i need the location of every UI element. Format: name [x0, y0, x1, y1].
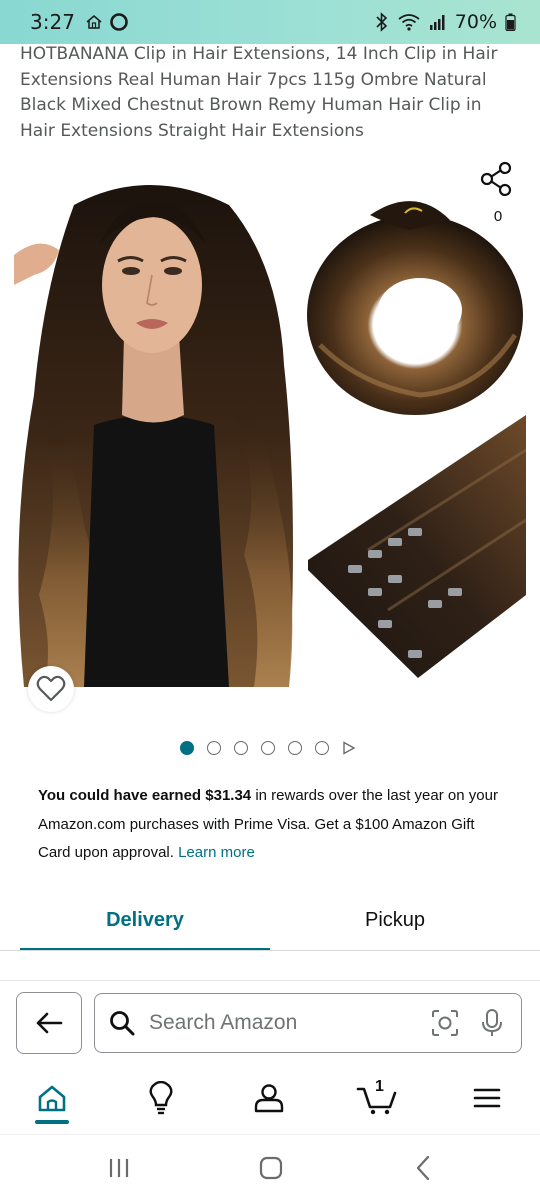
tab-delivery[interactable]: Delivery — [20, 890, 270, 950]
hamburger-menu-icon — [473, 1088, 501, 1108]
search-icon — [110, 1011, 135, 1036]
nav-home[interactable] — [27, 1076, 77, 1120]
system-back-button[interactable] — [408, 1155, 438, 1181]
nav-cart[interactable]: 1 — [352, 1076, 402, 1120]
microphone-icon[interactable] — [481, 1008, 503, 1038]
pager-dot[interactable] — [207, 741, 221, 755]
battery-percent: 70% — [454, 11, 497, 33]
wifi-icon — [398, 14, 420, 31]
system-home-button[interactable] — [256, 1155, 286, 1181]
product-photo-bundle[interactable] — [300, 185, 526, 421]
rewards-lead: You could have earned $31.34 — [38, 787, 252, 804]
cart-count: 1 — [375, 1078, 384, 1095]
pager-dot[interactable] — [315, 741, 329, 755]
chevron-left-icon — [416, 1155, 430, 1181]
play-video-icon[interactable] — [342, 741, 356, 755]
back-button[interactable] — [16, 992, 82, 1054]
nav-menu[interactable] — [462, 1076, 512, 1120]
status-bar: 3:27 70% — [0, 0, 540, 44]
recents-icon — [109, 1159, 129, 1177]
status-time: 3:27 — [30, 10, 75, 34]
search-input[interactable]: Search Amazon — [94, 993, 522, 1053]
search-bar-area: Search Amazon — [0, 980, 540, 1062]
pager-dot[interactable] — [234, 741, 248, 755]
bottom-navigation: 1 — [0, 1062, 540, 1134]
learn-more-link[interactable]: Learn more — [178, 844, 255, 861]
pager-dot[interactable] — [261, 741, 275, 755]
tab-pickup[interactable]: Pickup — [270, 890, 520, 950]
nav-account[interactable] — [244, 1076, 294, 1120]
product-image-gallery[interactable]: 0 — [0, 150, 540, 710]
nav-ideas[interactable] — [136, 1076, 186, 1120]
nav-active-indicator — [35, 1120, 69, 1124]
product-photo-model[interactable] — [14, 175, 304, 687]
search-placeholder: Search Amazon — [149, 1011, 298, 1034]
fulfillment-tabs: Delivery Pickup — [20, 890, 540, 952]
battery-icon — [505, 13, 516, 31]
home-status-icon — [86, 15, 102, 29]
divider — [0, 950, 540, 951]
system-home-icon — [259, 1156, 283, 1180]
lightbulb-icon — [149, 1081, 173, 1115]
camera-search-icon[interactable] — [431, 1009, 459, 1037]
recents-button[interactable] — [104, 1155, 134, 1181]
pager-dot[interactable] — [288, 741, 302, 755]
product-title: HOTBANANA Clip in Hair Extensions, 14 In… — [20, 44, 498, 141]
signal-icon — [429, 15, 445, 30]
home-icon — [38, 1085, 66, 1112]
arrow-left-icon — [36, 1012, 63, 1034]
user-icon — [254, 1084, 284, 1113]
product-photo-wefts[interactable] — [308, 410, 527, 678]
image-pager[interactable] — [180, 741, 356, 755]
wishlist-button[interactable] — [28, 666, 74, 712]
alexa-status-icon — [110, 13, 128, 31]
heart-icon — [36, 675, 66, 702]
rewards-banner: You could have earned $31.34 in rewards … — [38, 782, 508, 868]
pager-dot[interactable] — [180, 741, 194, 755]
bluetooth-icon — [376, 12, 387, 32]
system-navigation-bar — [0, 1134, 540, 1200]
